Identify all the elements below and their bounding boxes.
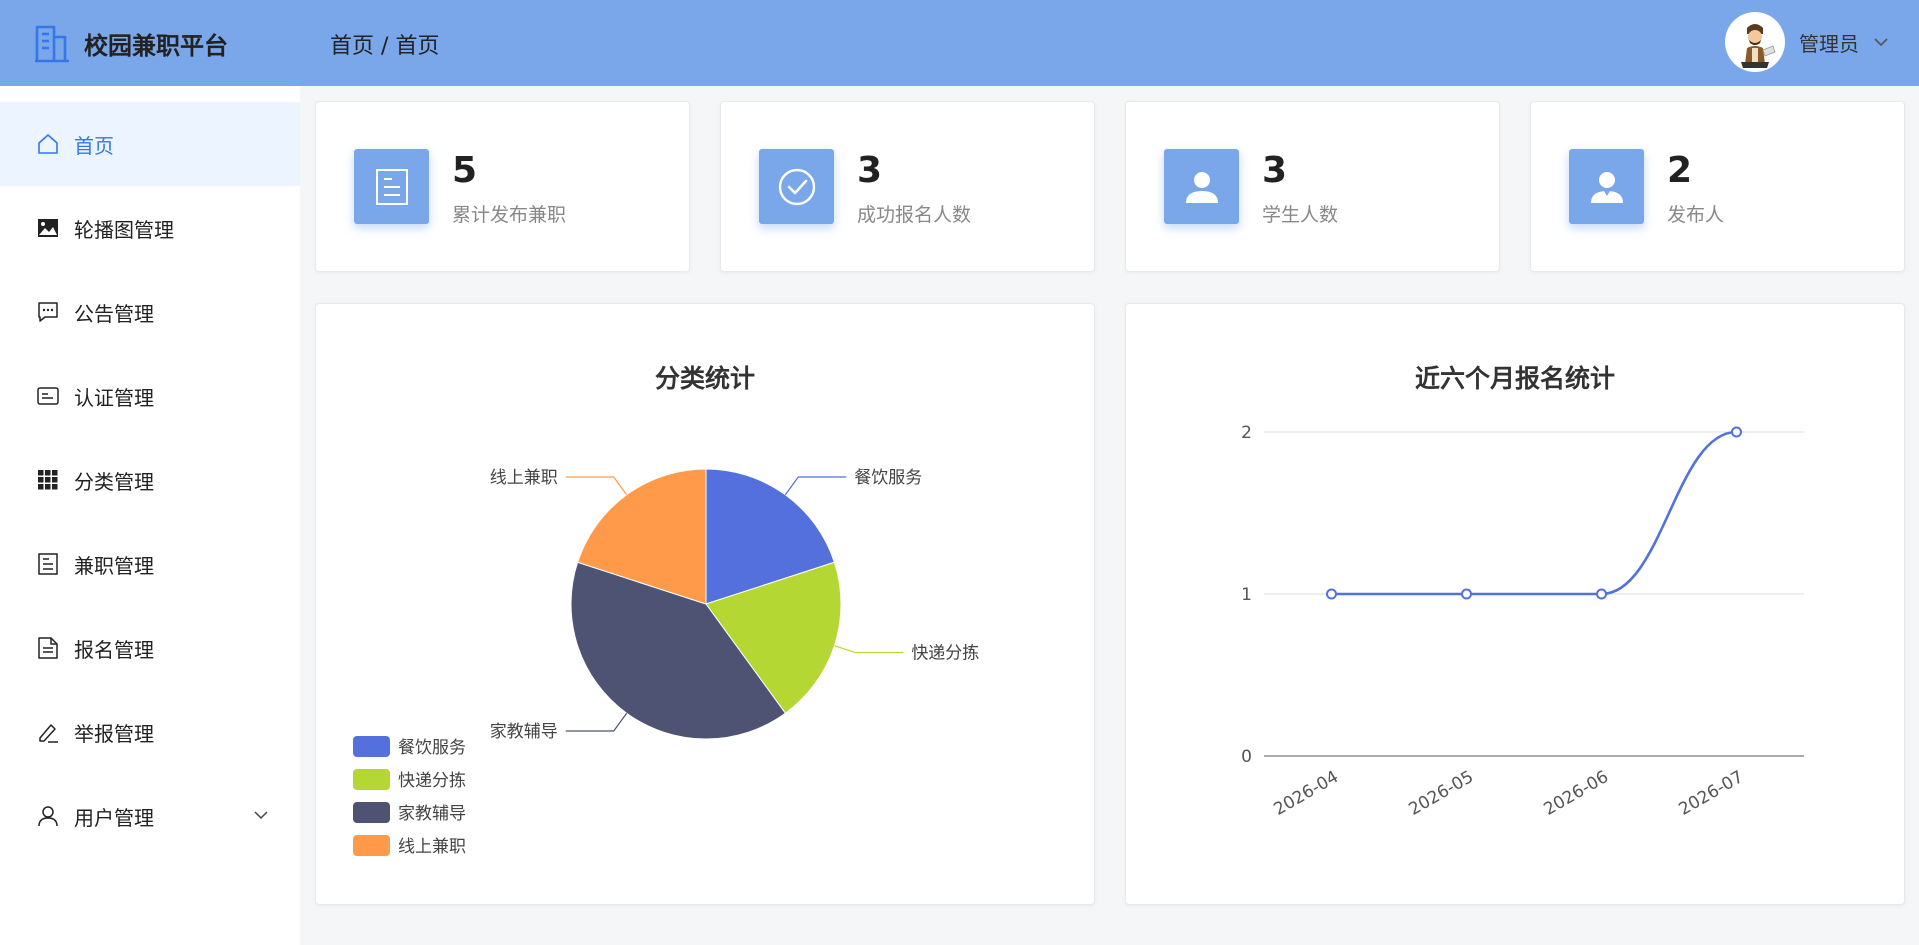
id-card-icon (36, 384, 60, 408)
file-icon (36, 636, 60, 660)
stat-value: 3 (1262, 150, 1288, 191)
sidebar-item-label: 兼职管理 (74, 553, 154, 578)
data-point (1326, 588, 1337, 600)
pie-label: 家教辅导 (490, 722, 558, 742)
stat-label: 学生人数 (1262, 204, 1339, 226)
sidebar-item-carousel[interactable]: 轮播图管理 (0, 186, 300, 270)
data-point (1731, 426, 1742, 438)
pie-label: 快递分拣 (911, 644, 979, 664)
legend-swatch (353, 736, 390, 757)
sidebar-item-label: 报名管理 (74, 637, 154, 662)
line-chart: 0 1 2 2026-04 2026-05 2026-06 2026-07 (1241, 423, 1804, 820)
stat-value: 2 (1667, 150, 1693, 191)
image-icon (36, 216, 60, 240)
pie-label-line (784, 476, 847, 496)
document-icon (354, 149, 429, 224)
stat-value: 5 (452, 150, 478, 191)
stat-card-applications: 3 成功报名人数 (720, 101, 1095, 272)
pen-icon (36, 720, 60, 744)
legend-label: 餐饮服务 (398, 738, 466, 758)
breadcrumb-separator: / (381, 34, 389, 59)
pie-label-line (565, 712, 628, 732)
legend-label: 家教辅导 (398, 804, 466, 824)
top-bar: 校园兼职平台 首页 / 首页 管理员 (0, 0, 1919, 86)
avatar[interactable] (1725, 12, 1785, 72)
document-icon (36, 552, 60, 576)
legend-swatch (353, 835, 390, 856)
legend-swatch (353, 769, 390, 790)
x-tick-label: 2026-06 (1540, 767, 1612, 820)
sidebar-item-label: 举报管理 (74, 721, 154, 746)
stat-card-students: 3 学生人数 (1125, 101, 1500, 272)
stat-value: 3 (857, 150, 883, 191)
brand[interactable]: 校园兼职平台 (34, 22, 228, 64)
x-tick-label: 2026-07 (1675, 767, 1747, 820)
sidebar-item-application[interactable]: 报名管理 (0, 606, 300, 690)
stat-label: 发布人 (1667, 204, 1725, 226)
building-icon (35, 25, 69, 63)
x-tick-label: 2026-05 (1405, 767, 1477, 820)
legend-label: 线上兼职 (398, 837, 466, 857)
pie-label: 餐饮服务 (854, 468, 922, 488)
user-icon (1569, 149, 1644, 224)
sidebar-item-home[interactable]: 首页 (0, 102, 300, 186)
y-tick-label: 1 (1241, 585, 1252, 605)
pie-label-line (834, 645, 904, 654)
sidebar-item-label: 轮播图管理 (74, 217, 174, 242)
sidebar-item-label: 首页 (74, 133, 114, 158)
chevron-down-icon[interactable] (254, 810, 268, 820)
sidebar-item-label: 用户管理 (74, 805, 154, 830)
sidebar-item-notice[interactable]: 公告管理 (0, 270, 300, 354)
series-line (1331, 430, 1737, 596)
breadcrumb-item-home[interactable]: 首页 (330, 28, 374, 60)
stat-label: 累计发布兼职 (452, 204, 567, 226)
stat-card-jobs: 5 累计发布兼职 (315, 101, 690, 272)
sidebar-item-users[interactable]: 用户管理 (0, 774, 300, 858)
y-tick-label: 2 (1241, 423, 1252, 443)
y-tick-label: 0 (1241, 747, 1252, 767)
monthly-chart-card: 近六个月报名统计 0 1 2 2026-04 2026-05 2026-06 2026-07 (1125, 303, 1905, 905)
stat-card-publishers: 2 发布人 (1530, 101, 1905, 272)
sidebar-item-certification[interactable]: 认证管理 (0, 354, 300, 438)
category-chart-card: 分类统计 餐饮服务 快递分拣 家教辅导 线上兼职 餐饮服务 快递分拣 家教辅导 线上兼职 (315, 303, 1095, 905)
x-tick-label: 2026-04 (1270, 767, 1342, 820)
stat-label: 成功报名人数 (857, 204, 972, 226)
legend-label: 快递分拣 (398, 771, 466, 791)
message-icon (36, 300, 60, 324)
chevron-down-icon[interactable] (1873, 36, 1889, 48)
user-icon (36, 804, 60, 828)
check-circle-icon (759, 149, 834, 224)
grid-icon (36, 468, 60, 492)
app-title: 校园兼职平台 (84, 31, 228, 60)
sidebar-item-label: 认证管理 (74, 385, 154, 410)
breadcrumb-item-current: 首页 (395, 34, 440, 59)
data-point (1461, 588, 1472, 600)
sidebar-item-job[interactable]: 兼职管理 (0, 522, 300, 606)
breadcrumb: 首页 / 首页 (330, 28, 439, 60)
sidebar-item-label: 公告管理 (74, 301, 154, 326)
sidebar-item-category[interactable]: 分类管理 (0, 438, 300, 522)
legend-swatch (353, 802, 390, 823)
user-name: 管理员 (1799, 31, 1859, 56)
pie-label-line (565, 476, 628, 496)
pie-label: 线上兼职 (490, 468, 558, 488)
sidebar-item-report[interactable]: 举报管理 (0, 690, 300, 774)
pie-chart: 餐饮服务快递分拣家教辅导线上兼职餐饮服务快递分拣家教辅导线上兼职 (353, 468, 979, 857)
user-menu[interactable]: 管理员 (1725, 11, 1889, 73)
data-point (1596, 588, 1607, 600)
home-icon (36, 132, 60, 156)
sidebar-item-label: 分类管理 (74, 469, 154, 494)
avatar-image (1726, 13, 1784, 71)
sidebar: 首页 轮播图管理 公告管理 认证管理 分类管理 兼职管理 报名管理 举报管理 用… (0, 86, 300, 945)
user-icon (1164, 149, 1239, 224)
